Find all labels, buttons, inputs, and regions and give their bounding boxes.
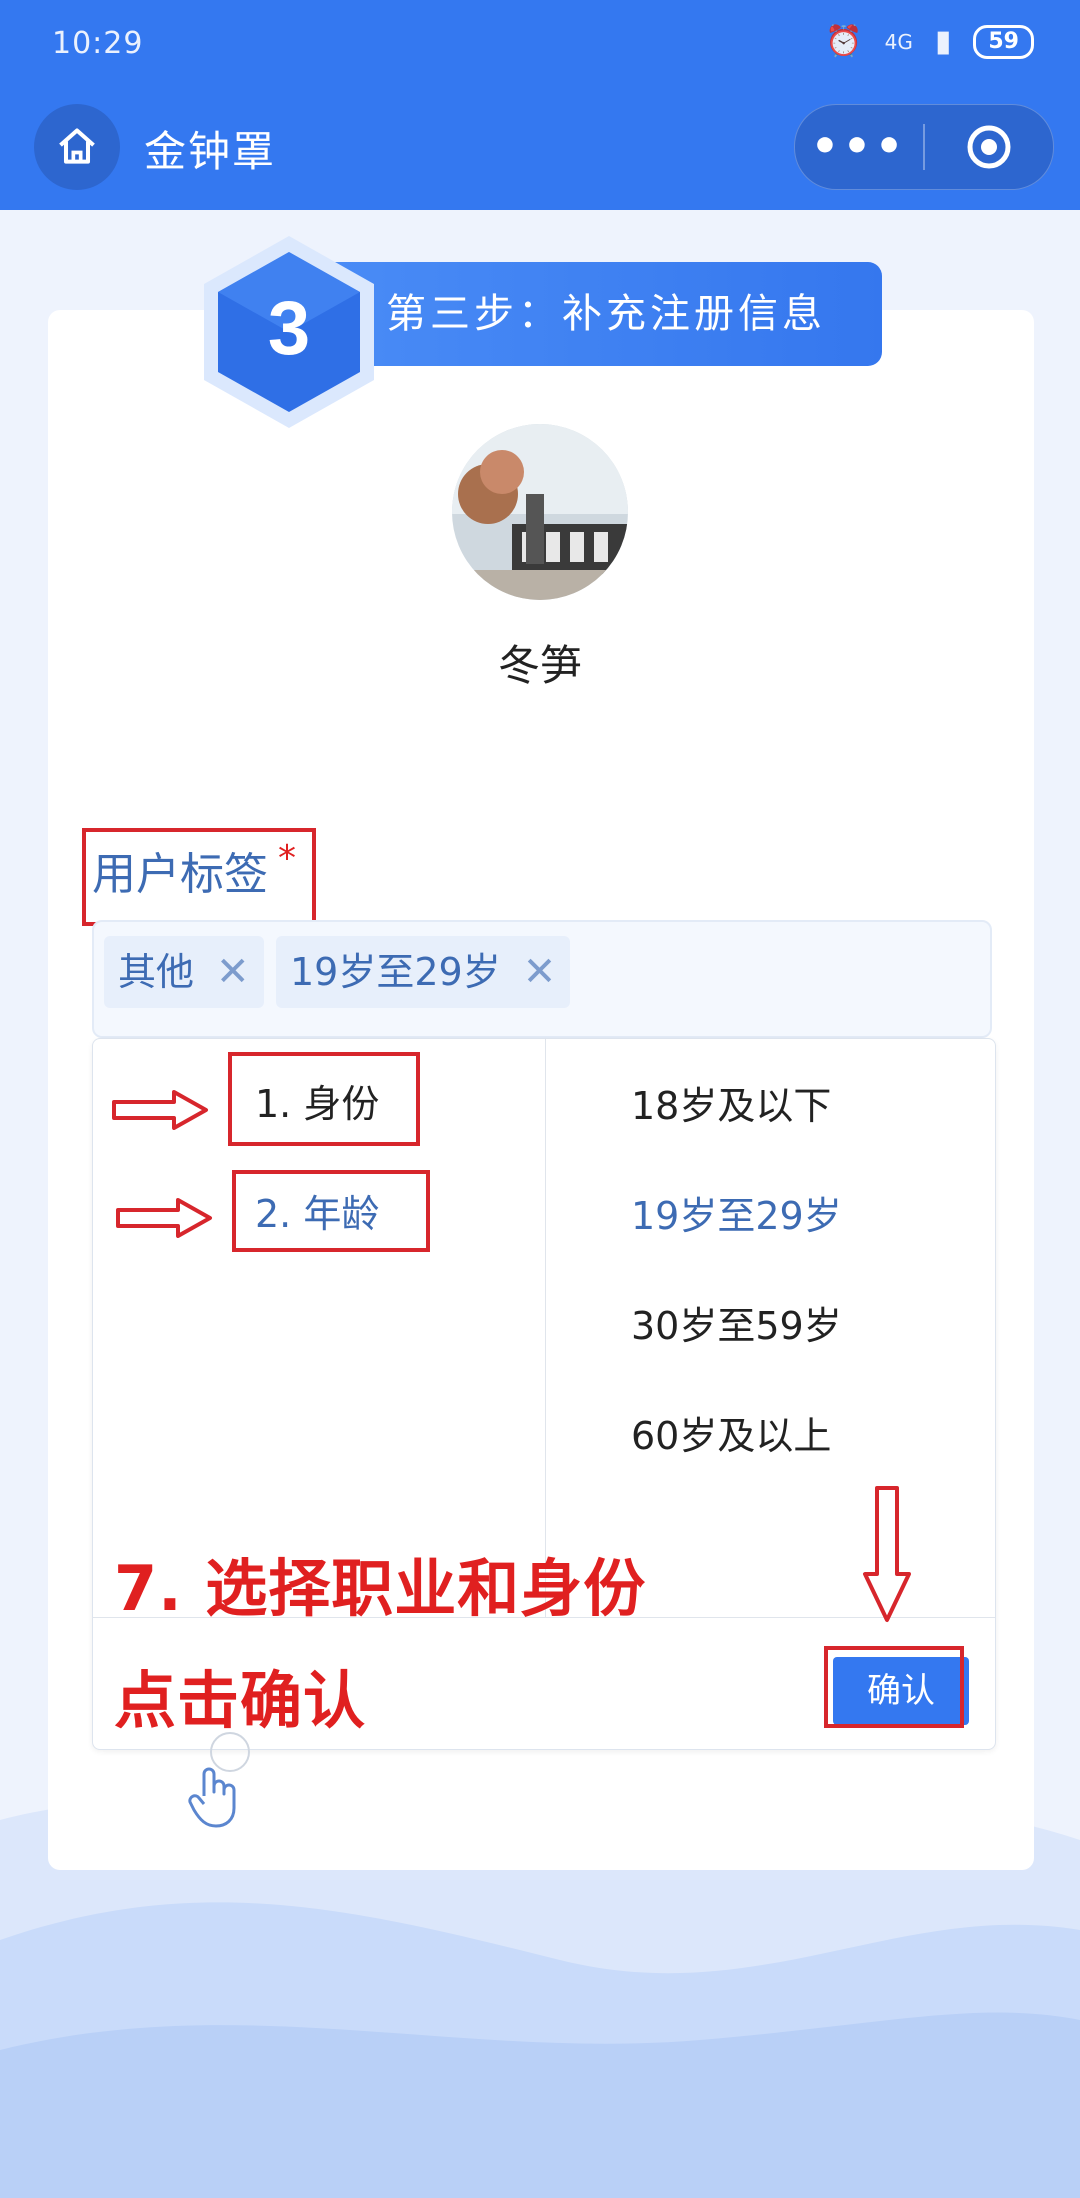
arrow-right-icon [112,1090,208,1130]
highlight-box-tags-label [82,828,316,926]
status-icons: ⏰ 4G ▮ 59 [825,24,1034,59]
highlight-box-identity [228,1052,420,1146]
tag-chip-label: 19岁至29岁 [290,950,501,994]
close-icon[interactable]: ✕ [216,936,250,1008]
picker-option-selected[interactable]: 19岁至29岁 [631,1185,842,1240]
picker-option[interactable]: 60岁及以上 [631,1405,831,1460]
hexagon-step-icon: 3 [204,236,374,428]
username: 冬笋 [497,641,582,690]
tag-chip-other: 其他 ✕ [104,936,264,1008]
mini-program-capsule: ••• [794,104,1054,190]
tag-chip-age: 19岁至29岁 ✕ [276,936,571,1008]
arrow-down-icon [863,1486,911,1622]
tag-chip-label: 其他 [118,950,195,994]
highlight-box-confirm [824,1646,964,1728]
avatar [452,424,628,600]
more-icon[interactable]: ••• [795,105,923,189]
home-button[interactable] [34,104,120,190]
arrow-right-icon [116,1198,212,1238]
close-mini-program-button[interactable] [925,123,1053,171]
alarm-icon: ⏰ [825,24,863,59]
annotation-line-1: 7. 选择职业和身份 [114,1552,647,1625]
hand-pointer-icon [188,1767,236,1828]
signal-icon: ▮ [934,24,952,59]
network-label: 4G [884,29,913,54]
close-icon[interactable]: ✕ [523,936,557,1008]
status-time: 10:29 [52,26,144,61]
app-title: 金钟罩 [144,127,277,176]
target-icon [967,125,1011,169]
battery-indicator: 59 [973,24,1034,59]
top-bar: 10:29 ⏰ 4G ▮ 59 金钟罩 ••• [0,0,1080,210]
picker-option[interactable]: 30岁至59岁 [631,1295,842,1350]
home-icon [59,128,95,164]
picker-option[interactable]: 18岁及以下 [631,1075,831,1130]
annotation-line-2: 点击确认 [114,1664,367,1737]
tag-input[interactable]: 其他 ✕ 19岁至29岁 ✕ [92,920,992,1038]
step-title: 第三步：补充注册信息 [312,262,882,366]
highlight-box-age [232,1170,430,1252]
picker-column-divider [545,1039,546,1617]
step-number: 3 [268,286,310,371]
